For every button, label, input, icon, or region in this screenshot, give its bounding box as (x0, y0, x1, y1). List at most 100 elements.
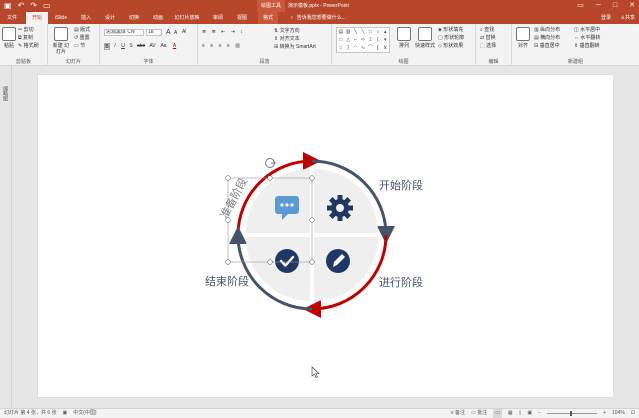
clear-format-icon[interactable]: A̸ (182, 29, 185, 36)
shape-effects-button[interactable]: ◇ 形状效果 (438, 43, 463, 50)
thumbnail-pane[interactable]: 缩略图 (0, 66, 12, 408)
star-shape-icon[interactable]: ☆ (337, 44, 344, 52)
line-shape-icon[interactable]: ╲ (352, 28, 359, 36)
replace-button[interactable]: ⇄ 替换 (480, 35, 496, 42)
tab-review[interactable]: 审阅 (208, 12, 228, 24)
center-vertical-button[interactable]: ⊟ 垂直居中 (534, 43, 560, 50)
curly-shape-icon[interactable]: { (374, 36, 381, 44)
slide-sorter-icon[interactable]: ▦ (508, 409, 513, 418)
copy-button[interactable]: ⧉ 复制 (18, 35, 33, 42)
tab-transitions[interactable]: 切换 (124, 12, 144, 24)
reset-button[interactable]: ↺ 重置 (74, 35, 90, 42)
zoom-out-icon[interactable]: − (538, 409, 541, 418)
bracket-shape-icon[interactable]: [ (374, 44, 381, 52)
layout-button[interactable]: ▤ 版式 (74, 27, 90, 34)
rotate-handle-icon[interactable] (265, 158, 276, 168)
bold-button[interactable]: B (104, 43, 110, 50)
slide-canvas[interactable]: 准备阶段 开始阶段 进行阶段 结束阶段 (38, 75, 613, 397)
flip-horizontal-button[interactable]: ⇔ 水平翻转 (574, 35, 600, 42)
align-button[interactable]: 对齐 (514, 27, 532, 49)
strikethrough-button[interactable]: abc (136, 43, 146, 50)
slideshow-icon[interactable]: ▣ (527, 409, 532, 418)
tab-islide[interactable]: iSlide (50, 12, 72, 24)
format-painter-button[interactable]: ✎ 格式刷 (18, 43, 39, 50)
oval-shape-icon[interactable]: ○ (374, 28, 381, 36)
minimize-icon[interactable]: ─ (596, 0, 601, 12)
sign-in-link[interactable]: 登录 (601, 12, 611, 24)
center-horizontal-button[interactable]: ◫ 水平居中 (574, 27, 600, 34)
section-button[interactable]: ▭ 节 (74, 43, 85, 50)
tab-format[interactable]: 格式 (258, 12, 278, 24)
shape-outline-button[interactable]: ▢ 形状轮廓 (438, 35, 464, 42)
stage-label-end[interactable]: 结束阶段 (205, 274, 249, 288)
normal-view-icon[interactable]: ▭ (493, 409, 502, 418)
tab-slideshow[interactable]: 幻灯片放映 (170, 12, 204, 24)
zoom-slider[interactable] (547, 411, 598, 416)
find-button[interactable]: ⌕ 查找 (480, 27, 494, 34)
quadrant-bottom-left[interactable] (246, 237, 310, 301)
stage-label-prepare[interactable]: 准备阶段 (217, 175, 250, 220)
zoom-in-icon[interactable]: + (603, 409, 606, 418)
curve-shape-icon[interactable]: ⌒ (367, 44, 374, 52)
spellcheck-icon[interactable]: ▣ (63, 409, 68, 418)
underline-button[interactable]: U (120, 43, 126, 50)
wave-shape-icon[interactable]: ∿ (359, 44, 366, 52)
zoom-level[interactable]: 104% (612, 409, 625, 418)
shrink-font-button[interactable]: A (174, 30, 177, 37)
zoom-slider-thumb[interactable] (570, 411, 573, 416)
line2-shape-icon[interactable]: ╲ (359, 28, 366, 36)
expand-shapes-icon[interactable]: ⊻ (382, 44, 389, 52)
save-icon[interactable]: ▣ (4, 1, 12, 11)
arc-shape-icon[interactable]: ◠ (352, 44, 359, 52)
paste-button[interactable]: 粘贴 (2, 27, 16, 49)
present-icon[interactable]: ▭ (43, 1, 51, 11)
distribute-vertical-button[interactable]: ▥ 纵向分布 (534, 27, 560, 34)
tab-design[interactable]: 设计 (100, 12, 120, 24)
arrow-shape-icon[interactable]: ⇨ (359, 36, 366, 44)
stage-label-start[interactable]: 开始阶段 (379, 178, 423, 192)
rect2-shape-icon[interactable]: □ (337, 36, 344, 44)
close-icon[interactable]: ✕ (629, 0, 635, 12)
rect-shape-icon[interactable]: □ (367, 28, 374, 36)
comments-button[interactable]: ▭ 批注 (471, 409, 487, 418)
font-color-button[interactable]: A (170, 43, 179, 50)
textbox-shape-icon[interactable]: ▤ (337, 28, 344, 36)
tab-file[interactable]: 文件 (2, 12, 22, 24)
language-indicator[interactable]: 中文(中国) (73, 409, 96, 418)
shape-fill-button[interactable]: ◈ 形状填充 (438, 27, 463, 34)
scroll-shapes-icon[interactable]: ▾ (382, 36, 389, 44)
tab-home[interactable]: 开始 (26, 12, 48, 24)
tab-animations[interactable]: 动画 (148, 12, 168, 24)
change-case-button[interactable]: Aa (159, 43, 168, 50)
smartart-button[interactable]: ⊞ 转换为 SmartArt (274, 44, 316, 51)
stage-label-progress[interactable]: 进行阶段 (379, 275, 423, 289)
font-name-select[interactable]: 思源黑体 CN (104, 29, 144, 36)
undo-icon[interactable]: ↶ (18, 1, 25, 11)
triangle-shape-icon[interactable]: △ (344, 36, 351, 44)
grow-font-button[interactable]: A (166, 29, 171, 36)
italic-button[interactable]: I (112, 43, 118, 50)
list-buttons[interactable]: ≣ ≣ ⇤ ⇥ ↕ (202, 29, 245, 36)
arrange-button[interactable]: 排列 (396, 27, 412, 49)
redo-icon[interactable]: ↷ (30, 1, 37, 11)
align-buttons[interactable]: ≡ ≡ ≡ ≡ ▥ (202, 43, 242, 50)
cut-button[interactable]: ✂ 剪切 (18, 27, 34, 34)
textbox-v-shape-icon[interactable]: ▥ (344, 28, 351, 36)
maximize-icon[interactable]: □ (613, 0, 617, 12)
new-slide-button[interactable]: 新建 幻灯片 (52, 27, 70, 55)
shadow-button[interactable]: S (128, 43, 134, 50)
reading-view-icon[interactable]: ▯ (519, 409, 522, 418)
select-button[interactable]: ⬚ 选择 (480, 43, 496, 50)
ribbon-display-icon[interactable]: ▭ (577, 0, 584, 12)
quick-styles-button[interactable]: 快速样式 (414, 27, 436, 49)
tell-me-box[interactable]: ♀ 告诉我您想要做什么... (290, 13, 346, 23)
arrow2-shape-icon[interactable]: ⇩ (367, 36, 374, 44)
corner-shape-icon[interactable]: ⌐ (352, 36, 359, 44)
flip-vertical-button[interactable]: ⇕ 垂直翻转 (574, 43, 600, 50)
text-direction-button[interactable]: ⇅ 文字方向 (274, 28, 300, 35)
brace-shape-icon[interactable]: } (344, 44, 351, 52)
more-shapes-icon[interactable]: ▴ (382, 28, 389, 36)
fit-slide-icon[interactable]: ⊡ (631, 409, 635, 418)
tab-view[interactable]: 视图 (232, 12, 252, 24)
distribute-horizontal-button[interactable]: ▤ 横向分布 (534, 35, 560, 42)
